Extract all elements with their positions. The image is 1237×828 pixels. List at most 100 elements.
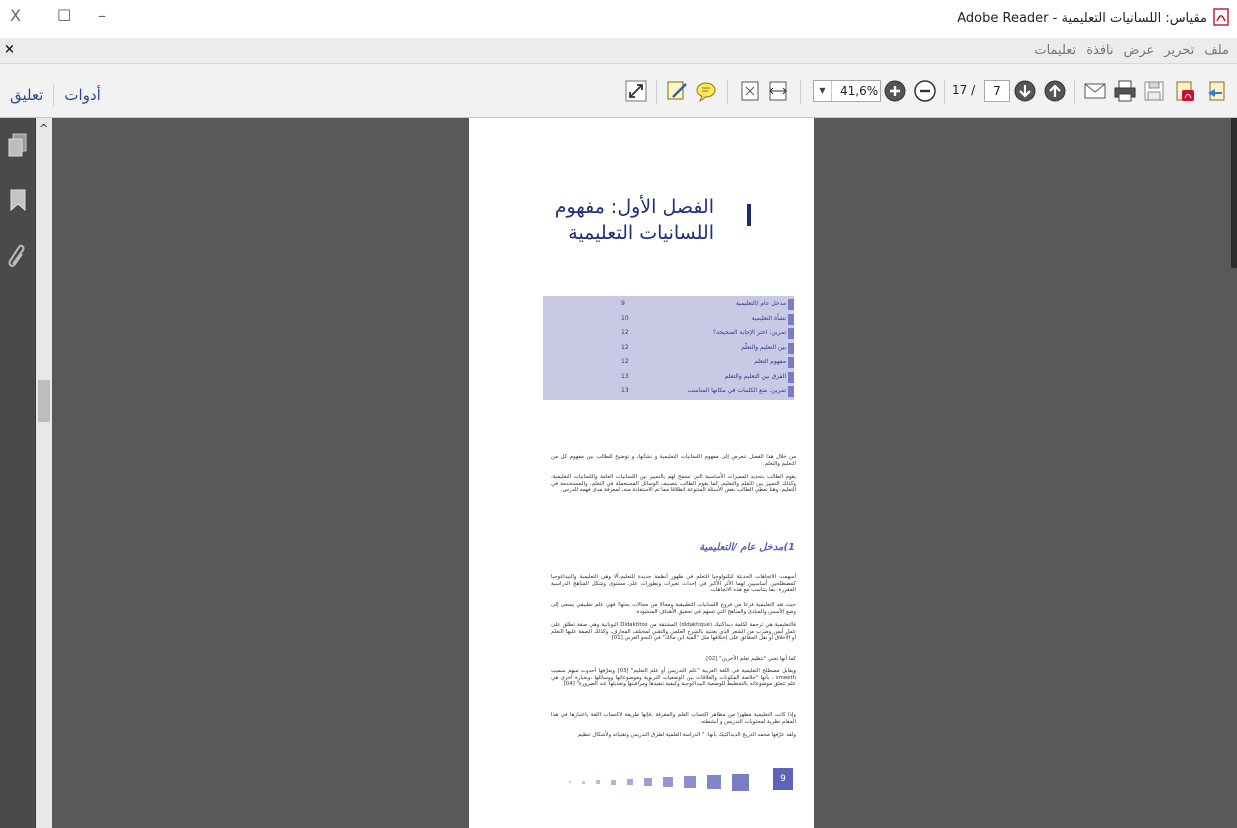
toolbar-divider (727, 80, 728, 104)
toc-marker (788, 371, 794, 383)
toc-marker (788, 357, 794, 368)
close-window-button[interactable]: X (10, 6, 21, 25)
toc-entry-title: مفهوم التعلم (754, 358, 786, 365)
decorative-square (569, 781, 571, 783)
toolbar-divider (944, 80, 945, 104)
toc-row[interactable]: 10 نشأة التعليمية (543, 313, 794, 326)
navigation-pane (0, 118, 36, 828)
toolbar-divider (800, 80, 801, 104)
menu-file[interactable]: ملف (1204, 43, 1229, 58)
fit-width-icon[interactable] (766, 79, 790, 103)
toc-row[interactable]: 12 مفهوم التعلم (543, 356, 794, 369)
decorative-square (611, 779, 616, 785)
pdf-page: الفصل الأول: مفهوم اللسانيات التعليمية 9… (469, 118, 814, 828)
menu-bar: × ملف تحرير عرض نافذة تعليمات (0, 38, 1237, 64)
menu-edit[interactable]: تحرير (1164, 43, 1194, 58)
pdf-app-icon (1213, 8, 1229, 26)
fullscreen-icon[interactable] (624, 79, 648, 103)
zoom-value: 41,6% (840, 84, 879, 98)
toc-row[interactable]: 13 الفرق بين التعليم والتعلم (543, 371, 794, 384)
decorative-square (684, 776, 696, 788)
toc-marker (788, 328, 794, 339)
window-edge (1231, 118, 1237, 268)
toolbar-divider (1074, 80, 1075, 104)
decorative-square (707, 775, 721, 789)
page-total: 17 / (952, 83, 976, 97)
print-icon[interactable] (1113, 79, 1137, 103)
menu-help[interactable]: تعليمات (1034, 43, 1076, 58)
zoom-out-icon[interactable] (913, 79, 937, 103)
toc-entry-title: مدخل عام /التعليمية (735, 300, 786, 307)
open-file-icon[interactable] (1205, 79, 1229, 103)
body-paragraph-5: ويقابل مصطلح التعليمية في اللغة العربية … (551, 668, 796, 688)
toc-entry-title: نشأة التعليمية (751, 314, 786, 322)
zoom-select[interactable]: ▼ 41,6% (813, 80, 881, 102)
toolbar-divider (656, 80, 657, 104)
scrollbar-thumb[interactable] (38, 380, 50, 422)
toc-entry-title: تمرين: ضع الكلمات في مكانها المناسب (687, 387, 786, 394)
decorative-square (732, 773, 749, 791)
toc-row[interactable]: 9 مدخل عام /التعليمية (543, 298, 794, 311)
sign-icon[interactable] (665, 79, 689, 103)
title-bar: X ☐ – مقياس: اللسانيات التعليمية - Adobe… (0, 0, 1237, 38)
document-viewport[interactable]: الفصل الأول: مفهوم اللسانيات التعليمية 9… (52, 118, 1237, 828)
sticky-note-icon[interactable] (694, 79, 718, 103)
body-paragraph-6: وإذا كانت التعليمية مظهرا من مظاهر اكتسا… (551, 712, 796, 725)
toc-page-number: 13 (621, 387, 629, 394)
vertical-scrollbar[interactable]: ^ (36, 118, 52, 828)
page-number-input[interactable]: 7 (984, 80, 1010, 102)
chevron-down-icon[interactable]: ▼ (814, 81, 832, 101)
body-paragraph-1: أسهمت الاتجاهات الحديثة لتكنولوجيا التعل… (551, 574, 796, 594)
intro-paragraph-1: من خلال هذا الفصل نتعرض إلى مفهوم اللسان… (551, 454, 796, 467)
decorative-square (644, 778, 652, 786)
section-heading: 1)مدخل عام /التعليمية (699, 542, 795, 553)
comment-tab[interactable]: تعليق (10, 86, 43, 104)
next-page-icon[interactable] (1013, 79, 1037, 103)
toc-page-number: 12 (621, 329, 629, 336)
toc-page-number: 10 (621, 314, 629, 322)
email-icon[interactable] (1083, 79, 1107, 103)
toc-page-number: 13 (621, 372, 629, 380)
intro-paragraph-2: يقوم الطالب بتحديد المميزات الأساسية الت… (551, 474, 796, 494)
body-paragraph-4: كما أنها تعني "تنظيم تعلم الآخرين" [02]. (704, 656, 796, 662)
toc-marker (788, 299, 794, 310)
toc-marker (788, 342, 794, 354)
menu-view[interactable]: عرض (1124, 43, 1155, 58)
pages-panel-icon[interactable] (7, 132, 29, 160)
toc-entry-title: بين التعليم والتعلّم (741, 343, 786, 351)
zoom-in-icon[interactable] (883, 79, 907, 103)
tools-tab[interactable]: أدوات (64, 86, 100, 104)
minimize-window-button[interactable]: – (98, 6, 106, 25)
toc-row[interactable]: 12 تمرين: اختر الإجابة الصحيحة؟ (543, 327, 794, 340)
toc-page-number: 12 (621, 358, 629, 365)
toc-row[interactable]: 13 تمرين: ضع الكلمات في مكانها المناسب (543, 385, 794, 398)
decorative-square (627, 779, 633, 785)
chapter-title: الفصل الأول: مفهوم اللسانيات التعليمية (554, 196, 714, 244)
toc-marker (788, 386, 794, 397)
main-toolbar: تعليق أدوات ▼ 41,6% 17 / 7 (0, 64, 1237, 118)
fit-page-icon[interactable] (738, 79, 762, 103)
window-title: مقياس: اللسانيات التعليمية - Adobe Reade… (957, 11, 1207, 26)
panel-tabs: تعليق أدوات (10, 84, 101, 106)
body-paragraph-3: فالتعليمية هي ترجمة لكلمة ديداكتيك (dida… (551, 622, 797, 642)
save-icon[interactable] (1142, 79, 1166, 103)
page-number-badge: 9 (773, 768, 793, 790)
scroll-up-arrow-icon[interactable]: ^ (39, 122, 48, 135)
toc-row[interactable]: 12 بين التعليم والتعلّم (543, 342, 794, 355)
previous-page-icon[interactable] (1043, 79, 1067, 103)
bookmarks-panel-icon[interactable] (9, 188, 27, 214)
create-pdf-icon[interactable] (1172, 79, 1196, 103)
table-of-contents: 9 مدخل عام /التعليمية 10 نشأة التعليمية 12 تم… (543, 296, 794, 400)
body-paragraph-7: ولقد عرّفها محمد الدريج الديداكتيك بأنها… (577, 732, 796, 738)
close-document-button[interactable]: × (4, 42, 15, 57)
toc-entry-title: تمرين: اختر الإجابة الصحيحة؟ (712, 329, 786, 336)
toc-entry-title: الفرق بين التعليم والتعلم (724, 372, 786, 380)
menu-window[interactable]: نافذة (1086, 43, 1113, 58)
toc-page-number: 12 (621, 343, 629, 351)
body-paragraph-2: حيث تعد التعليمية فرعا من فروع اللسانيات… (551, 602, 796, 615)
decorative-square (663, 777, 673, 787)
attachments-panel-icon[interactable] (7, 242, 29, 272)
decorative-square (596, 780, 600, 784)
decorative-square (582, 780, 585, 784)
maximize-window-button[interactable]: ☐ (57, 6, 71, 25)
